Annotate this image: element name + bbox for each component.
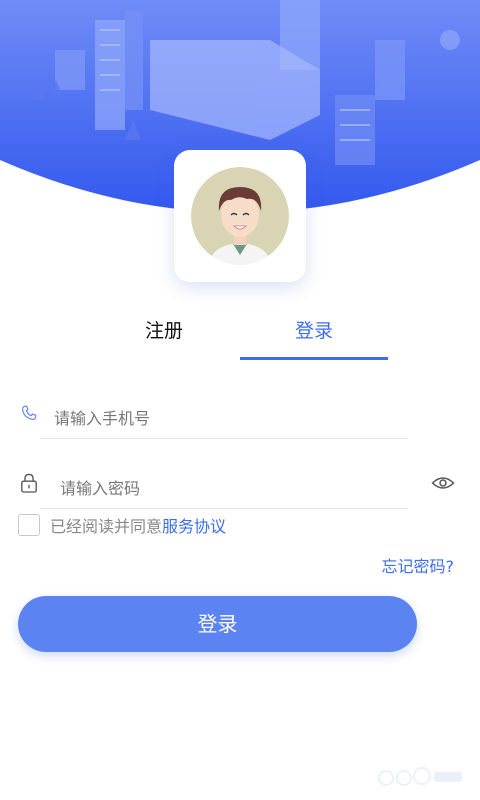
auth-tabs: 注册 登录 [0,316,480,364]
password-input[interactable] [58,472,362,504]
tab-login[interactable]: 登录 [240,316,388,360]
avatar [191,167,289,265]
phone-icon [21,405,37,421]
lock-icon [21,473,37,493]
avatar-illustration [191,167,289,265]
phone-input[interactable] [52,402,356,434]
phone-field [40,398,408,439]
password-field [40,468,408,509]
login-button[interactable]: 登录 [18,596,417,652]
active-tab-indicator [240,357,388,360]
service-agreement-link[interactable]: 服务协议 [162,513,226,537]
eye-icon[interactable] [431,474,455,492]
tab-register[interactable]: 注册 [90,316,238,360]
agreement-text: 已经阅读并同意 [50,517,163,536]
avatar-card [174,150,306,282]
forgot-password-link[interactable]: 忘记密码? [382,553,455,577]
agreement-row: 已经阅读并同意 服务协议 [18,512,226,538]
agreement-checkbox[interactable] [18,514,40,536]
watermark-logo [378,767,462,786]
